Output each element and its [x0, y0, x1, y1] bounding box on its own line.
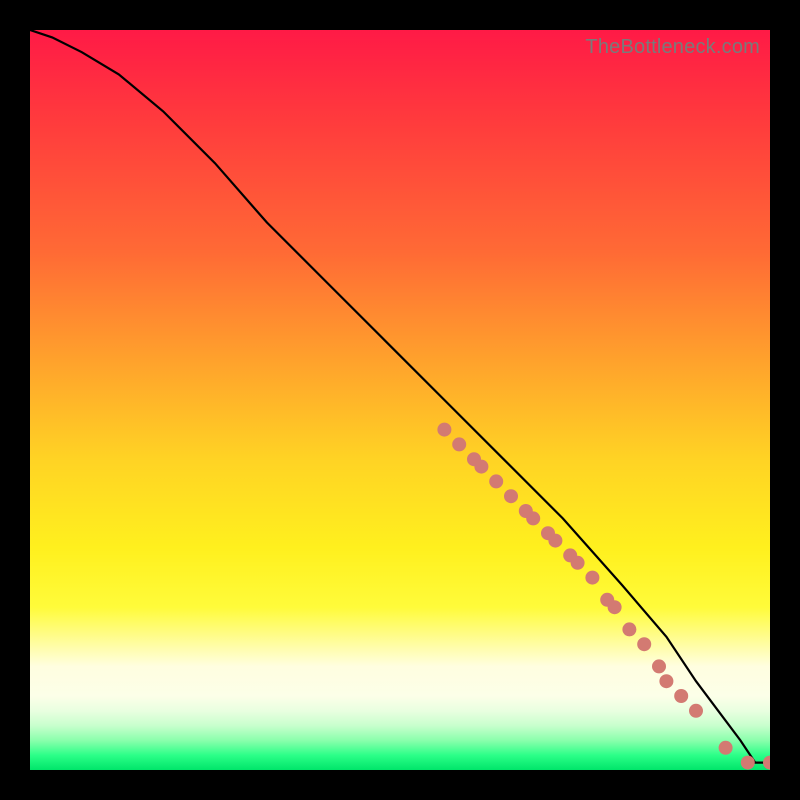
data-marker — [652, 659, 666, 673]
data-marker — [608, 600, 622, 614]
data-marker — [548, 534, 562, 548]
chart-stage: TheBottleneck.com — [0, 0, 800, 800]
data-marker — [489, 474, 503, 488]
data-marker — [637, 637, 651, 651]
data-marker — [674, 689, 688, 703]
curve-path — [30, 30, 770, 763]
data-marker — [719, 741, 733, 755]
data-marker — [526, 511, 540, 525]
data-marker — [585, 571, 599, 585]
plot-area: TheBottleneck.com — [30, 30, 770, 770]
data-marker — [571, 556, 585, 570]
data-marker — [474, 460, 488, 474]
data-marker — [504, 489, 518, 503]
data-marker — [763, 756, 770, 770]
bottleneck-curve — [30, 30, 770, 763]
data-marker — [659, 674, 673, 688]
data-marker — [741, 756, 755, 770]
data-marker — [622, 622, 636, 636]
data-marker — [689, 704, 703, 718]
data-markers — [437, 423, 770, 770]
chart-overlay — [30, 30, 770, 770]
data-marker — [452, 437, 466, 451]
data-marker — [437, 423, 451, 437]
